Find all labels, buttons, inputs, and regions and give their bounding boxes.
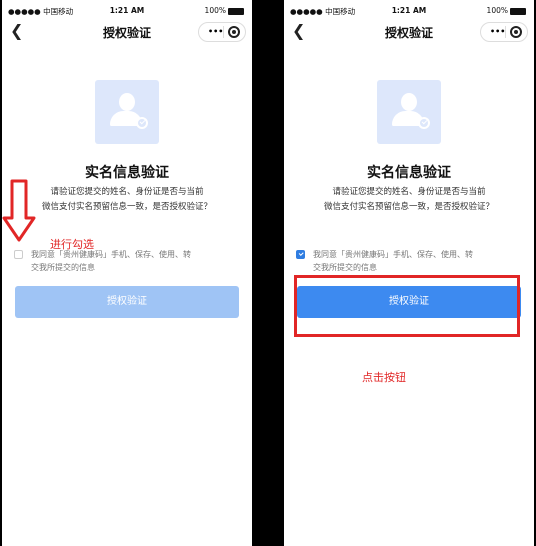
capsule-divider: [505, 26, 506, 38]
agreement-text: 我同意「贵州健康码」手机、保存、使用、转 交我所提交的信息: [313, 248, 522, 274]
description-line-1: 请验证您提交的姓名、身份证是否与当前: [50, 187, 204, 197]
nav-bar: ❮ 授权验证 •••: [2, 20, 252, 44]
miniprogram-capsule: •••: [480, 22, 528, 42]
page-title: 实名信息验证: [85, 165, 169, 181]
phone-screen-right: ●●●●● 中国移动 1:21 AM 100% ❮ 授权验证 ••• 实名信息验…: [284, 0, 534, 546]
check-badge-icon: [418, 117, 430, 129]
status-bar: ●●●●● 中国移动 1:21 AM 100%: [284, 4, 534, 18]
agreement-line-2: 交我所提交的信息: [31, 263, 95, 272]
agreement-row[interactable]: 我同意「贵州健康码」手机、保存、使用、转 交我所提交的信息: [296, 248, 522, 278]
capsule-divider: [223, 26, 224, 38]
more-icon[interactable]: •••: [208, 27, 223, 36]
agreement-line-2: 交我所提交的信息: [313, 263, 377, 272]
agreement-line-1: 我同意「贵州健康码」手机、保存、使用、转: [313, 250, 473, 259]
down-arrow-icon: [2, 179, 36, 242]
description: 请验证您提交的姓名、身份证是否与当前 微信支付实名预留信息一致，是否授权验证？: [304, 185, 514, 215]
battery-icon: [228, 7, 244, 15]
user-verified-icon: [377, 80, 441, 144]
user-verified-icon: [95, 80, 159, 144]
agreement-checkbox[interactable]: [14, 250, 23, 259]
description-line-2: 微信支付实名预留信息一致，是否授权验证？: [41, 202, 212, 212]
close-target-icon[interactable]: [510, 26, 522, 38]
battery-indicator: 100%: [205, 6, 244, 15]
battery-indicator: 100%: [487, 6, 526, 15]
description: 请验证您提交的姓名、身份证是否与当前 微信支付实名预留信息一致，是否授权验证？: [22, 185, 232, 215]
avatar-head-shape: [119, 93, 135, 111]
avatar-head-shape: [401, 93, 417, 111]
highlight-box: [294, 275, 520, 337]
agreement-checkbox-checked[interactable]: [296, 250, 305, 259]
phone-screen-left: ●●●●● 中国移动 1:21 AM 100% ❮ 授权验证 ••• 实名信息验…: [2, 0, 252, 546]
miniprogram-capsule: •••: [198, 22, 246, 42]
battery-label: 100%: [204, 6, 226, 15]
more-icon[interactable]: •••: [490, 27, 505, 36]
battery-label: 100%: [486, 6, 508, 15]
annotation-check: 进行勾选: [50, 238, 94, 251]
check-badge-icon: [136, 117, 148, 129]
status-bar: ●●●●● 中国移动 1:21 AM 100%: [2, 4, 252, 18]
agreement-row[interactable]: 我同意「贵州健康码」手机、保存、使用、转 交我所提交的信息: [14, 248, 240, 278]
description-line-1: 请验证您提交的姓名、身份证是否与当前: [332, 187, 486, 197]
nav-bar: ❮ 授权验证 •••: [284, 20, 534, 44]
battery-icon: [510, 7, 526, 15]
authorize-button-disabled[interactable]: 授权验证: [15, 286, 239, 318]
annotation-click: 点击按钮: [362, 371, 406, 384]
page-title: 实名信息验证: [367, 165, 451, 181]
close-target-icon[interactable]: [228, 26, 240, 38]
description-line-2: 微信支付实名预留信息一致，是否授权验证？: [323, 202, 494, 212]
